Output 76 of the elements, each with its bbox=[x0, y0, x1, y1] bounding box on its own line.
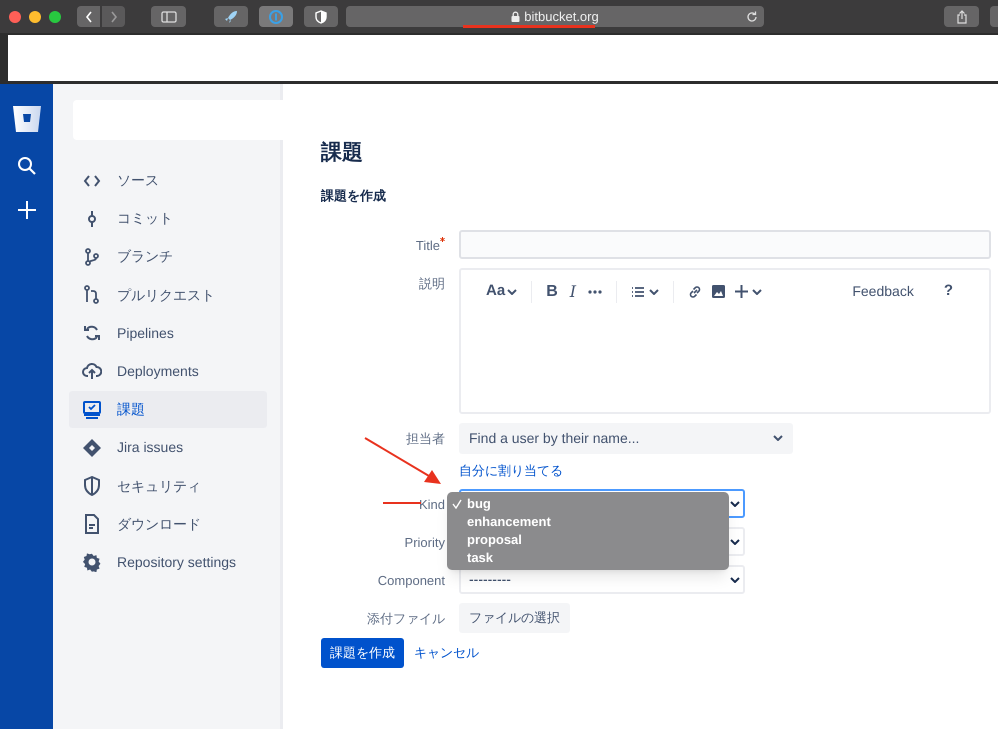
annotation-underline bbox=[383, 502, 421, 504]
nav-icon bbox=[82, 246, 102, 267]
sidebar-button[interactable] bbox=[151, 6, 186, 27]
nav-icon bbox=[82, 438, 102, 458]
back-button[interactable] bbox=[77, 6, 100, 27]
chevron-down-icon bbox=[730, 538, 740, 544]
cancel-link[interactable]: キャンセル bbox=[414, 643, 479, 663]
sidebar-item[interactable]: Deployments bbox=[69, 352, 267, 390]
nav-icon bbox=[82, 552, 102, 572]
chevron-down-icon bbox=[752, 288, 762, 294]
sidebar-item[interactable]: Jira issues bbox=[69, 429, 267, 466]
bucket-logo-icon[interactable] bbox=[12, 106, 40, 132]
minimize-window-icon bbox=[29, 10, 41, 22]
maximize-window-icon bbox=[49, 10, 61, 22]
field-label: 添付ファイル bbox=[367, 611, 445, 626]
url-text: bitbucket.org bbox=[524, 8, 599, 26]
shield-icon bbox=[315, 10, 327, 24]
nav-icon bbox=[82, 285, 102, 306]
field-label: Kind bbox=[418, 497, 445, 512]
plus-icon[interactable] bbox=[735, 285, 748, 298]
extension-button[interactable] bbox=[304, 6, 338, 27]
checkmark-icon bbox=[452, 499, 462, 509]
sidebar-item[interactable]: 課題 bbox=[69, 391, 267, 428]
chevron-down-icon bbox=[507, 288, 518, 294]
help-button[interactable]: ? bbox=[944, 280, 953, 303]
description-editor[interactable]: Aa B I Feedback ? bbox=[459, 268, 991, 414]
chevron-down-icon bbox=[649, 288, 660, 294]
close-window-icon bbox=[9, 10, 21, 22]
sidebar-item[interactable]: ブランチ bbox=[69, 238, 267, 276]
form-heading: 課題を作成 bbox=[321, 187, 387, 205]
field-label: Priority bbox=[404, 535, 445, 550]
assign-to-me-link[interactable]: 自分に割り当てる bbox=[459, 460, 793, 480]
field-label: Title bbox=[416, 238, 440, 252]
sidebar-item[interactable]: プルリクエスト bbox=[69, 276, 267, 314]
chevron-left-icon bbox=[84, 10, 92, 22]
more-icon[interactable] bbox=[588, 290, 602, 294]
nav-icon bbox=[82, 400, 102, 420]
feedback-button[interactable]: Feedback bbox=[852, 281, 914, 302]
forward-button[interactable] bbox=[102, 6, 125, 27]
nav-icon bbox=[82, 514, 102, 534]
link-icon[interactable] bbox=[688, 284, 702, 298]
bold-button[interactable]: B bbox=[546, 280, 558, 304]
chevron-down-icon bbox=[730, 500, 740, 506]
choose-file-button[interactable]: ファイルの選択 bbox=[459, 603, 570, 633]
chevron-down-icon bbox=[773, 435, 783, 441]
field-label: Component bbox=[378, 573, 445, 588]
chevron-down-icon bbox=[730, 576, 740, 582]
sidebar-icon bbox=[160, 10, 176, 22]
sidebar-item[interactable]: ソース bbox=[69, 162, 267, 199]
rocket-icon bbox=[224, 10, 238, 24]
nav-icon bbox=[82, 476, 102, 496]
list-icon[interactable] bbox=[631, 286, 646, 298]
chevron-right-icon bbox=[110, 10, 118, 22]
text-style-button[interactable]: Aa bbox=[486, 280, 518, 303]
image-icon[interactable] bbox=[712, 285, 726, 298]
nav-icon bbox=[82, 361, 102, 382]
search-icon[interactable] bbox=[16, 156, 36, 176]
lock-icon bbox=[511, 11, 520, 22]
share-icon bbox=[956, 10, 968, 24]
sidebar-item[interactable]: ダウンロード bbox=[69, 506, 267, 543]
page-title: 課題 bbox=[321, 140, 364, 166]
title-input[interactable] bbox=[459, 230, 991, 258]
field-label: 担当者 bbox=[406, 430, 445, 446]
sidebar-item[interactable]: Pipelines bbox=[69, 314, 267, 352]
field-label: 説明 bbox=[419, 276, 445, 290]
address-bar[interactable]: bitbucket.org bbox=[346, 6, 764, 27]
share-button[interactable] bbox=[944, 6, 979, 27]
reload-icon bbox=[746, 10, 758, 22]
submit-button[interactable]: 課題を作成 bbox=[321, 638, 404, 668]
circle-icon bbox=[269, 10, 283, 24]
sidebar-item[interactable]: セキュリティ bbox=[69, 468, 267, 504]
sidebar-item[interactable]: コミット bbox=[69, 200, 267, 238]
sidebar-item[interactable]: Repository settings bbox=[69, 544, 267, 581]
user-select[interactable]: Find a user by their name... bbox=[459, 422, 793, 454]
italic-button[interactable]: I bbox=[570, 280, 576, 304]
extension-button[interactable] bbox=[214, 6, 248, 27]
